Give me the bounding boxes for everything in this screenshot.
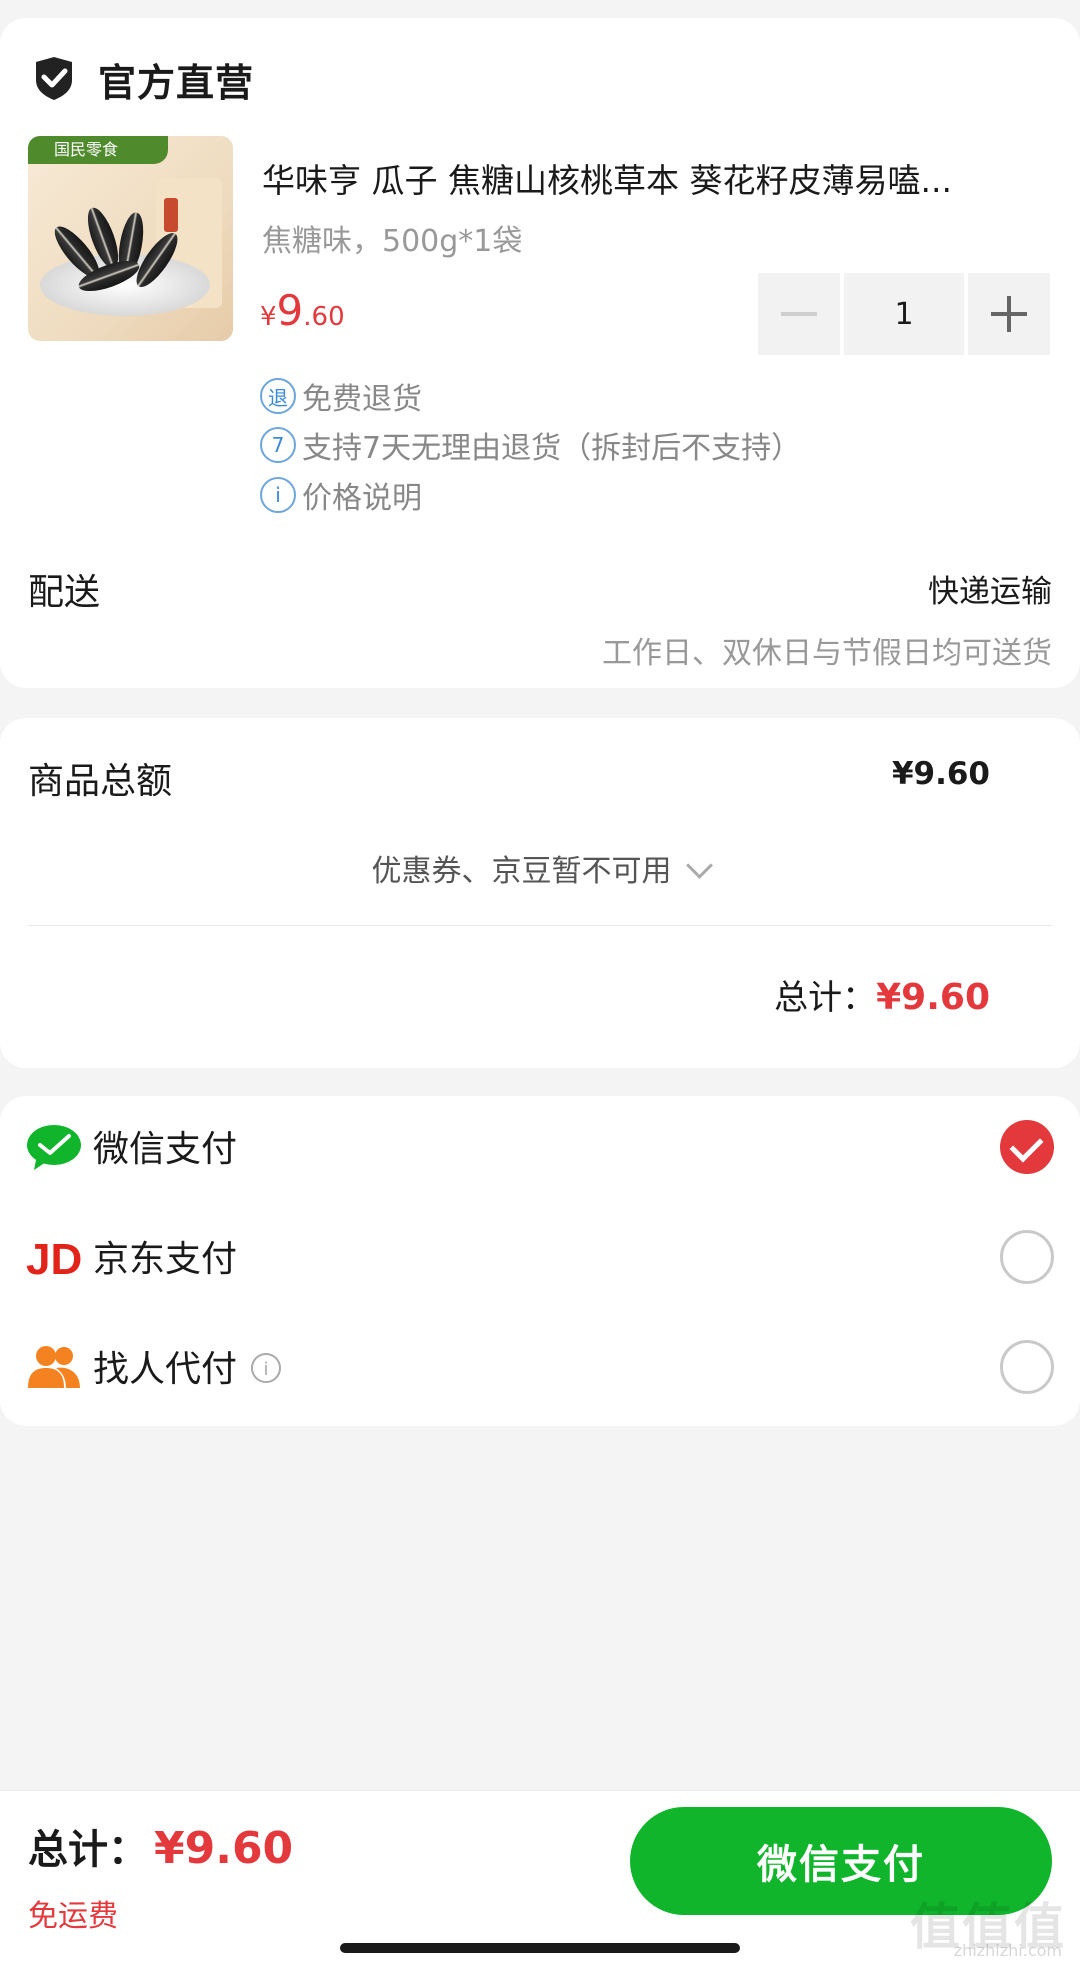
goods-total-label: 商品总额 [28,761,173,802]
product-image-brand: 国民零食 [28,136,168,164]
payment-option-wechat[interactable]: 微信支付 [0,1096,1080,1196]
store-title: 官方直营 [98,61,255,105]
coupon-text: 优惠券、京豆暂不可用 [371,854,672,889]
quantity-stepper: 1 [758,273,1050,355]
return-icon: 退 [260,378,296,414]
selected-check-icon[interactable] [1000,1120,1054,1174]
price-decimal: .60 [303,302,345,332]
service-label: 免费退货 [302,382,422,417]
payment-label: 京东支付 [93,1239,238,1280]
total-amount: ¥9.60 [876,977,990,1018]
quantity-value[interactable]: 1 [844,273,964,355]
checkout-bar: 总计： ¥9.60 免运费 微信支付 值值值 zhizhizhi.com [0,1790,1080,1970]
radio-unchecked[interactable] [1000,1340,1054,1394]
friends-icon [26,1342,82,1392]
order-item-card: 官方直营 国民零食 华味亨 瓜子 焦糖山核桃草本 葵花籽皮薄易嗑... 焦糖味，… [0,18,1080,688]
total-label: 总计： [774,978,877,1018]
payment-option-jd[interactable]: JD 京东支付 [0,1206,1080,1306]
service-7day-return[interactable]: 7 支持7天无理由退货（拆封后不支持） [260,423,801,467]
shipping-method[interactable]: 快递运输 [928,566,1052,611]
increase-button[interactable] [968,273,1050,355]
watermark-url: zhizhizhi.com [953,1941,1062,1960]
price-integer: 9 [276,286,304,335]
wechat-icon [26,1122,82,1172]
shipping-note: 工作日、双休日与节假日均可送货 [602,636,1052,671]
product-image[interactable]: 国民零食 [28,136,233,341]
service-price-info[interactable]: i 价格说明 [260,473,422,517]
info-icon: i [260,477,296,513]
product-title[interactable]: 华味亨 瓜子 焦糖山核桃草本 葵花籽皮薄易嗑... [262,154,1052,202]
chevron-down-icon [685,852,713,879]
footer-total-label: 总计： [28,1827,148,1873]
service-label: 支持7天无理由退货（拆封后不支持） [302,431,802,466]
info-icon[interactable]: i [251,1353,282,1383]
home-indicator[interactable] [340,1943,740,1953]
free-shipping-text: 免运费 [28,1899,118,1934]
footer-total-amount: ¥9.60 [154,1823,294,1874]
price-currency: ¥ [260,302,277,332]
divider [28,925,1052,926]
shipping-label: 配送 [28,572,101,613]
footer-total: 总计： ¥9.60 [28,1817,293,1875]
service-return-free[interactable]: 退 免费退货 [260,374,422,418]
service-label: 价格说明 [302,481,422,516]
payment-label-wrap: 找人代付 i [93,1340,282,1392]
payment-option-friend[interactable]: 找人代付 i [0,1316,1080,1416]
order-total: 总计：¥9.60 [774,970,990,1019]
goods-total-amount: ¥9.60 [891,756,990,792]
store-header: 官方直营 [30,52,254,107]
amount-summary-card: 商品总额 ¥9.60 优惠券、京豆暂不可用 总计：¥9.60 [0,718,1080,1068]
payment-label: 找人代付 [93,1349,238,1390]
product-price: ¥9.60 [260,286,345,335]
jd-icon: JD [26,1232,82,1284]
svg-text:JD: JD [26,1235,82,1282]
payment-methods-card: 微信支付 JD 京东支付 找人代付 i [0,1096,1080,1426]
decrease-button[interactable] [758,273,840,355]
minus-icon [781,312,817,316]
seven-day-icon: 7 [260,427,296,463]
radio-unchecked[interactable] [1000,1230,1054,1284]
payment-label: 微信支付 [93,1129,238,1170]
shield-check-icon [30,54,78,106]
coupon-row[interactable]: 优惠券、京豆暂不可用 [0,846,1080,890]
product-spec: 焦糖味，500g*1袋 [262,224,523,259]
